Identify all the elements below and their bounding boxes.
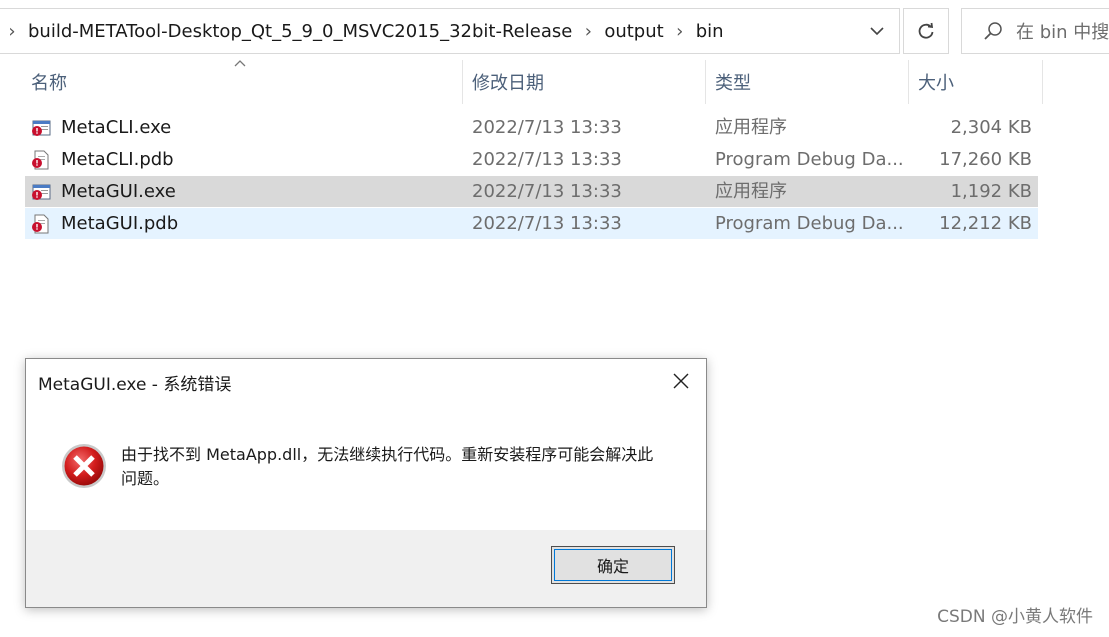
column-divider[interactable] — [1042, 60, 1043, 104]
watermark: CSDN @小黄人软件 — [937, 607, 1093, 627]
file-type: 应用程序 — [715, 181, 787, 202]
dialog-title: MetaGUI.exe - 系统错误 — [38, 375, 232, 395]
column-divider[interactable] — [705, 60, 706, 104]
column-header-name-label: 名称 — [31, 73, 67, 94]
pdb-icon — [32, 150, 49, 170]
chevron-right-icon[interactable]: › — [668, 21, 692, 42]
column-divider[interactable] — [462, 60, 463, 104]
file-type: Program Debug Da... — [715, 149, 904, 170]
column-header-size-label: 大小 — [918, 73, 954, 94]
column-divider[interactable] — [908, 60, 909, 104]
column-header-size[interactable]: 大小 — [912, 60, 1042, 104]
exe-icon — [32, 184, 51, 200]
file-size: 12,212 KB — [939, 213, 1032, 234]
file-date: 2022/7/13 13:33 — [472, 213, 622, 234]
refresh-button[interactable] — [903, 8, 949, 54]
chevron-right-icon[interactable]: › — [576, 21, 600, 42]
column-header-name[interactable]: 名称 — [25, 60, 462, 104]
file-row[interactable]: MetaCLI.pdb 2022/7/13 13:33 Program Debu… — [25, 144, 1038, 175]
file-date: 2022/7/13 13:33 — [472, 181, 622, 202]
search-icon — [984, 22, 1002, 40]
column-header-type-label: 类型 — [715, 73, 751, 94]
dialog-message: 由于找不到 MetaApp.dll，无法继续执行代码。重新安装程序可能会解决此问… — [121, 445, 654, 488]
column-header-date[interactable]: 修改日期 — [466, 60, 706, 104]
file-type: Program Debug Da... — [715, 213, 904, 234]
file-size: 2,304 KB — [950, 117, 1032, 138]
address-bar[interactable]: › build-METATool-Desktop_Qt_5_9_0_MSVC20… — [0, 8, 900, 54]
file-date: 2022/7/13 13:33 — [472, 117, 622, 138]
exe-icon — [32, 120, 51, 136]
close-button[interactable] — [666, 367, 696, 395]
ok-button[interactable]: 确定 — [551, 546, 675, 584]
file-row[interactable]: MetaCLI.exe 2022/7/13 13:33 应用程序 2,304 K… — [25, 112, 1038, 143]
file-name: MetaGUI.pdb — [61, 213, 179, 234]
file-row[interactable]: MetaGUI.exe 2022/7/13 13:33 应用程序 1,192 K… — [25, 176, 1038, 207]
pdb-icon — [32, 214, 49, 234]
file-size: 1,192 KB — [950, 181, 1032, 202]
chevron-down-icon[interactable] — [863, 9, 891, 53]
column-header-type[interactable]: 类型 — [709, 60, 909, 104]
close-icon — [673, 373, 689, 389]
file-type: 应用程序 — [715, 117, 787, 138]
dialog-footer: 确定 — [26, 530, 706, 607]
error-dialog: MetaGUI.exe - 系统错误 由于找不到 MetaApp.dll，无法继… — [25, 358, 707, 608]
error-icon — [62, 444, 106, 488]
file-row[interactable]: MetaGUI.pdb 2022/7/13 13:33 Program Debu… — [25, 208, 1038, 239]
search-placeholder: 在 bin 中搜 — [1016, 22, 1109, 43]
breadcrumb-build[interactable]: build-METATool-Desktop_Qt_5_9_0_MSVC2015… — [24, 21, 576, 42]
search-box[interactable]: 在 bin 中搜 — [961, 8, 1109, 54]
chevron-right-icon[interactable]: › — [0, 21, 24, 42]
breadcrumb-output[interactable]: output — [600, 21, 667, 42]
file-date: 2022/7/13 13:33 — [472, 149, 622, 170]
file-size: 17,260 KB — [939, 149, 1032, 170]
refresh-icon — [918, 22, 934, 39]
file-name: MetaCLI.exe — [61, 117, 172, 138]
file-name: MetaGUI.exe — [61, 181, 176, 202]
file-name: MetaCLI.pdb — [61, 149, 174, 170]
column-header-date-label: 修改日期 — [472, 73, 544, 94]
breadcrumb-bin[interactable]: bin — [692, 21, 728, 42]
